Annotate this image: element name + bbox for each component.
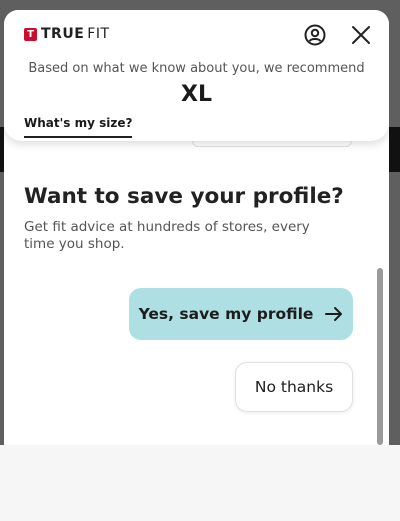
background-page (0, 445, 400, 521)
save-profile-button[interactable]: Yes, save my profile (129, 288, 353, 340)
account-button[interactable] (303, 23, 327, 47)
save-profile-section: Want to save your profile? Get fit advic… (24, 183, 364, 253)
save-profile-button-label: Yes, save my profile (138, 305, 314, 323)
recommended-size: XL (181, 82, 212, 107)
brand-mark: T (24, 27, 37, 41)
brand-name-regular: FIT (87, 26, 110, 42)
recommend-text: Based on what we know about you, we reco… (28, 61, 365, 76)
save-profile-description: Get fit advice at hundreds of stores, ev… (24, 219, 310, 252)
close-button[interactable] (349, 23, 373, 47)
no-thanks-label: No thanks (254, 378, 334, 396)
tab-whats-my-size[interactable]: What's my size? (24, 116, 133, 138)
account-icon (304, 24, 326, 46)
modal-header: T TRUE FIT Based on what we know about y… (4, 10, 389, 141)
save-profile-title: Want to save your profile? (24, 184, 344, 209)
fit-modal: T TRUE FIT Based on what we know about y… (4, 10, 389, 445)
no-thanks-button[interactable]: No thanks (235, 362, 353, 412)
modal-scrollbar[interactable] (377, 268, 383, 445)
close-icon (352, 26, 370, 44)
arrow-right-icon (325, 306, 343, 322)
true-fit-logo: T TRUE FIT (24, 26, 110, 42)
brand-name-bold: TRUE (41, 26, 85, 42)
